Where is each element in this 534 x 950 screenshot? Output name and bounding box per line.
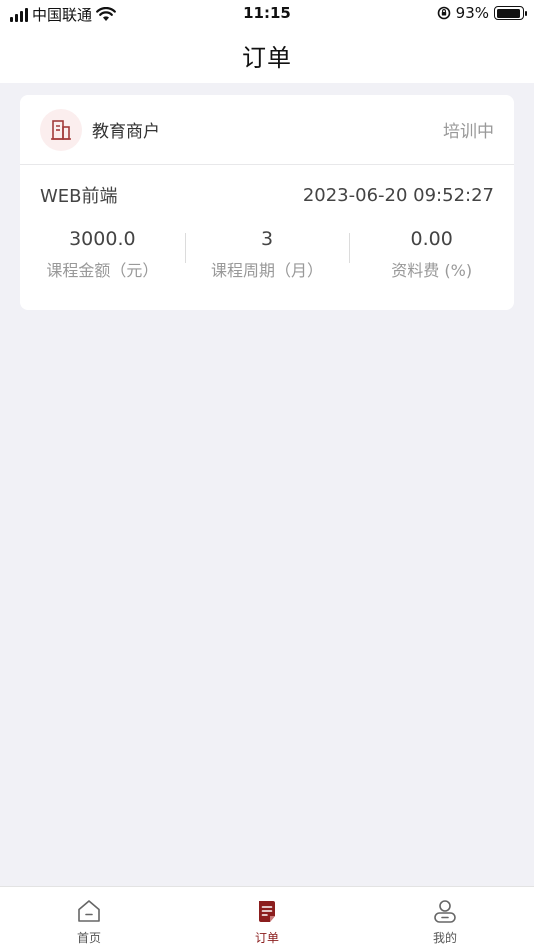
tab-profile[interactable]: 我的 — [356, 887, 534, 950]
user-icon — [431, 897, 459, 925]
tab-label: 首页 — [76, 931, 101, 945]
battery-fill — [496, 8, 520, 18]
order-status: 培训中 — [443, 122, 494, 142]
stat-value: 3 — [260, 228, 274, 250]
order-card-header: 教育商户 培训中 — [20, 95, 514, 165]
page-title: 订单 — [242, 44, 292, 72]
stat-label: 课程周期（月） — [211, 261, 324, 280]
stat-course-period: 3 课程周期（月） — [184, 225, 350, 295]
nav-bar: 订单 — [0, 28, 534, 83]
battery-icon — [494, 6, 527, 20]
orientation-lock-icon — [437, 6, 450, 20]
merchant-avatar — [40, 108, 82, 151]
stat-value: 3000.0 — [69, 228, 136, 250]
tab-bar: 首页 订单 我的 — [0, 886, 534, 950]
order-icon — [253, 897, 281, 925]
stat-course-amount: 3000.0 课程金额（元） — [20, 225, 185, 295]
tab-label: 订单 — [254, 931, 279, 945]
tab-label: 我的 — [432, 931, 457, 945]
course-row: WEB前端 2023-06-20 09:52:27 — [20, 165, 514, 225]
stat-material-fee: 0.00 资料费 (%) — [349, 225, 514, 295]
status-right: 93% — [437, 4, 527, 22]
stat-label: 课程金额（元） — [46, 261, 159, 280]
home-icon — [75, 897, 103, 925]
stat-value: 0.00 — [410, 228, 453, 250]
building-icon — [51, 119, 71, 140]
order-datetime: 2023-06-20 09:52:27 — [302, 184, 494, 206]
battery-percent: 93% — [455, 4, 489, 22]
course-name: WEB前端 — [40, 186, 118, 207]
stats-row: 3000.0 课程金额（元） 3 课程周期（月） 0.00 资料费 (%) — [20, 225, 514, 295]
status-bar: 中国联通 11:15 93% — [0, 0, 534, 28]
stat-label: 资料费 (%) — [391, 261, 473, 280]
tab-home[interactable]: 首页 — [0, 887, 178, 950]
merchant-name: 教育商户 — [92, 122, 160, 142]
screen: 中国联通 11:15 93% 订单 教育商户 培训中 WEB前端 2023-06… — [0, 0, 534, 950]
order-card[interactable]: 教育商户 培训中 WEB前端 2023-06-20 09:52:27 3000.… — [20, 95, 514, 310]
tab-orders[interactable]: 订单 — [178, 887, 356, 950]
